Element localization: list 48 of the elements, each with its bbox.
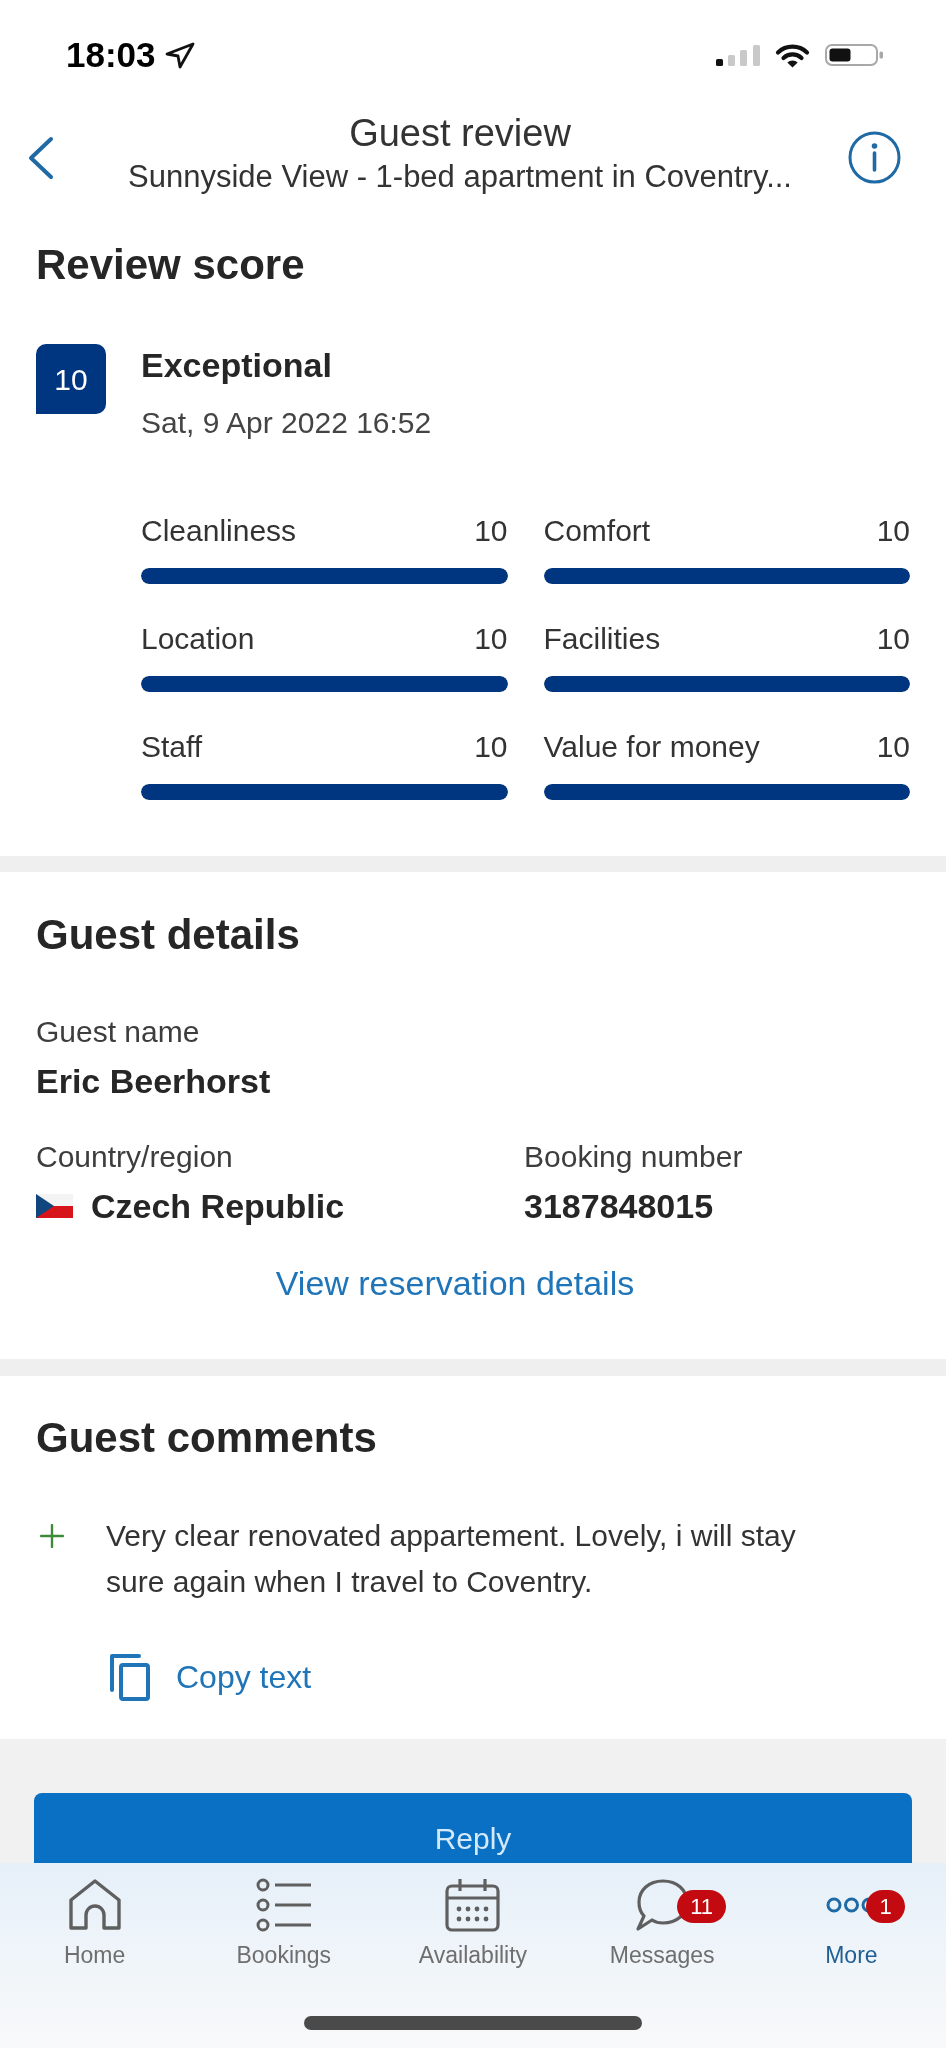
category-score: 10: [474, 621, 508, 657]
category-score: 10: [474, 729, 508, 765]
back-icon[interactable]: [27, 135, 54, 180]
status-time: 18:03: [66, 35, 156, 75]
field-label: Booking number: [524, 1139, 743, 1175]
category-label: Staff: [141, 729, 203, 765]
rating-label: Exceptional: [141, 345, 333, 385]
section-heading: Review score: [36, 241, 306, 289]
category-label: Location: [141, 621, 255, 657]
signal-icon: [716, 44, 760, 66]
list-icon: [255, 1878, 312, 1932]
category-label: Value for money: [543, 729, 760, 765]
reply-button[interactable]: Reply: [34, 1793, 912, 1863]
location-arrow-icon: [164, 41, 195, 69]
tab-button[interactable]: Home: [19, 1878, 170, 1969]
view-reservation-link[interactable]: View reservation details: [275, 1263, 635, 1303]
field-value: 3187848015: [524, 1186, 714, 1226]
category-score: 10: [876, 621, 910, 657]
info-icon[interactable]: [848, 131, 901, 184]
field-value: Eric Beerhorst: [36, 1061, 271, 1101]
plus-icon: [40, 1524, 64, 1548]
copy-icon: [109, 1653, 151, 1701]
field-label: Country/region: [36, 1139, 233, 1175]
section-heading: Guest comments: [36, 1414, 378, 1462]
tab-button[interactable]: Availability: [398, 1878, 548, 1969]
comment-text: Very clear renovated appartement. Lovely, i will stay sure again when I travel to Coventry.: [106, 1518, 797, 1600]
category-score: 10: [474, 513, 508, 549]
battery-icon: [825, 44, 884, 66]
calendar-icon: [445, 1878, 501, 1932]
notification-badge: 11: [677, 1890, 727, 1923]
category-score: 10: [876, 729, 910, 765]
category-label: Comfort: [543, 513, 651, 549]
section-heading: Guest details: [36, 911, 301, 959]
copy-text-button[interactable]: Copy text: [109, 1653, 312, 1701]
notification-badge: 1: [866, 1890, 905, 1923]
header-title: Guest review: [349, 110, 571, 155]
review-date: Sat, 9 Apr 2022 16:52: [141, 405, 432, 441]
tab-button[interactable]: Bookings: [208, 1878, 359, 1969]
category-label: Facilities: [543, 621, 661, 657]
header-subtitle: Sunnyside View - 1-bed apartment in Coventry...: [128, 158, 792, 195]
flag-icon: [36, 1194, 73, 1218]
wifi-icon: [775, 42, 810, 68]
category-score: 10: [876, 513, 910, 549]
category-label: Cleanliness: [141, 513, 297, 549]
score-badge: 10: [36, 344, 106, 414]
home-icon: [66, 1878, 123, 1932]
field-label: Guest name: [36, 1014, 200, 1050]
field-value: Czech Republic: [91, 1186, 345, 1226]
